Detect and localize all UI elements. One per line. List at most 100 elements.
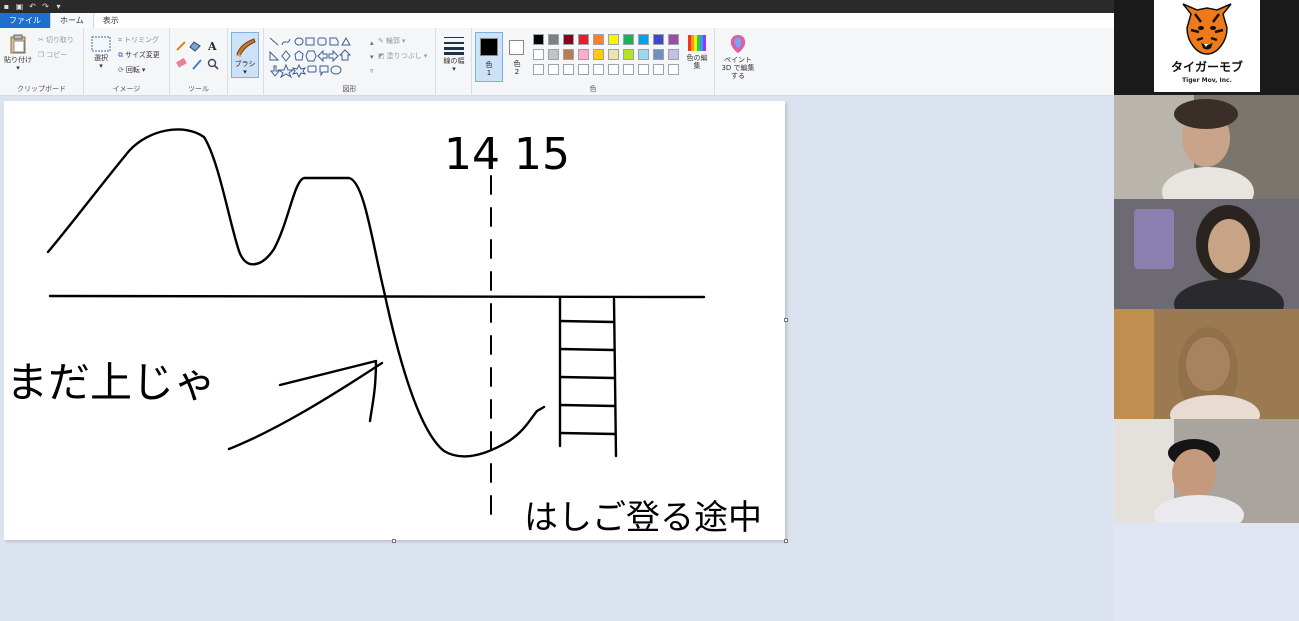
color1-swatch bbox=[480, 38, 498, 56]
shapes-gallery[interactable] bbox=[268, 36, 372, 78]
color2-button[interactable]: 色 2 bbox=[506, 32, 528, 82]
color-swatch[interactable] bbox=[563, 64, 574, 75]
edit-colors-label: 色の編集 bbox=[686, 54, 708, 70]
color-swatch[interactable] bbox=[533, 64, 544, 75]
color-swatch[interactable] bbox=[548, 34, 559, 45]
participant-video-4[interactable] bbox=[1114, 419, 1299, 523]
pencil-icon[interactable] bbox=[176, 41, 186, 51]
color-swatch[interactable] bbox=[533, 34, 544, 45]
arrow-stroke bbox=[227, 361, 384, 451]
tools-group-label: ツール bbox=[188, 85, 209, 93]
colors-group: 色 1 色 2 色の編集 色 bbox=[472, 28, 715, 96]
magnifier-icon[interactable] bbox=[207, 58, 219, 70]
color-swatch[interactable] bbox=[593, 64, 604, 75]
shapes-scroll[interactable]: ▴ ▾ ▿ bbox=[370, 36, 374, 78]
color-swatch[interactable] bbox=[653, 34, 664, 45]
color-swatch[interactable] bbox=[653, 64, 664, 75]
color-swatch[interactable] bbox=[668, 49, 679, 60]
resize-button[interactable]: ⧉ サイズ変更 bbox=[118, 50, 160, 60]
resize-handle-right[interactable] bbox=[784, 318, 788, 322]
color-swatch[interactable] bbox=[593, 34, 604, 45]
participant-video-3[interactable] bbox=[1114, 309, 1299, 419]
color-swatch[interactable] bbox=[623, 34, 634, 45]
participant-video-2[interactable] bbox=[1114, 199, 1299, 309]
undo-icon[interactable]: ↶ bbox=[28, 2, 37, 11]
color-swatch[interactable] bbox=[563, 34, 574, 45]
color-swatch[interactable] bbox=[548, 49, 559, 60]
participant-video-1[interactable] bbox=[1114, 95, 1299, 199]
tab-file[interactable]: ファイル bbox=[0, 13, 50, 28]
eraser-icon[interactable] bbox=[176, 57, 187, 68]
brush-dropdown-icon: ▾ bbox=[243, 68, 247, 76]
fill-button[interactable]: ◩ 塗りつぶし ▾ bbox=[378, 51, 427, 61]
bottom-annotation: はしご登る途中 bbox=[524, 498, 762, 538]
participant-face bbox=[1172, 449, 1216, 499]
color-swatch[interactable] bbox=[533, 49, 544, 60]
ladder-rung-1 bbox=[558, 319, 616, 324]
fill-icon[interactable] bbox=[189, 41, 201, 52]
save-icon[interactable]: ▣ bbox=[15, 2, 24, 11]
app-icon[interactable]: ▪ bbox=[2, 2, 11, 11]
tools-group: A ツール bbox=[170, 28, 228, 96]
color-swatch[interactable] bbox=[623, 64, 634, 75]
customize-icon[interactable]: ▾ bbox=[54, 2, 63, 11]
color-swatch[interactable] bbox=[608, 34, 619, 45]
text-icon[interactable]: A bbox=[207, 40, 217, 53]
colors-group-label: 色 bbox=[589, 85, 597, 93]
color-swatch[interactable] bbox=[578, 64, 589, 75]
color-picker-icon[interactable] bbox=[192, 59, 202, 70]
color-swatch[interactable] bbox=[668, 34, 679, 45]
select-label: 選択 bbox=[94, 54, 108, 62]
logo-card: タイガーモブ Tiger Mov, Inc. bbox=[1154, 0, 1260, 92]
paint3d-icon bbox=[730, 35, 746, 53]
brushes-group: ブラシ ▾ bbox=[228, 28, 264, 96]
color-swatch[interactable] bbox=[668, 64, 679, 75]
time-annotation: 14 15 bbox=[444, 129, 570, 180]
select-button[interactable]: 選択 ▾ bbox=[88, 36, 114, 70]
ribbon: 貼り付け ▾ ✂ 切り取り ❐ コピー クリップボード 選択 ▾ ⌗ トリミング… bbox=[0, 28, 1114, 96]
tab-home[interactable]: ホーム bbox=[50, 13, 94, 28]
outline-button[interactable]: ✎ 輪郭 ▾ bbox=[378, 36, 405, 46]
drawing-canvas[interactable]: 14 15 まだ上じゃ はしご登る途中 bbox=[4, 101, 788, 543]
color-swatch[interactable] bbox=[623, 49, 634, 60]
color-swatch[interactable] bbox=[593, 49, 604, 60]
paint3d-label: ペイント 3D で編集する bbox=[721, 56, 755, 80]
redo-icon[interactable]: ↷ bbox=[41, 2, 50, 11]
size-button[interactable]: 線の幅 ▾ bbox=[439, 35, 469, 73]
resize-handle-bottom[interactable] bbox=[392, 539, 396, 543]
svg-text:A: A bbox=[207, 40, 217, 53]
color-swatch[interactable] bbox=[638, 49, 649, 60]
color-swatch[interactable] bbox=[578, 49, 589, 60]
color-swatch[interactable] bbox=[638, 64, 649, 75]
color-swatch[interactable] bbox=[563, 49, 574, 60]
resize-handle-corner[interactable] bbox=[784, 539, 788, 543]
paste-button[interactable]: 貼り付け ▾ bbox=[3, 34, 33, 72]
color-swatch[interactable] bbox=[608, 49, 619, 60]
copy-button[interactable]: ❐ コピー bbox=[38, 50, 67, 60]
color1-number: 1 bbox=[486, 69, 492, 77]
rotate-button[interactable]: ⟳ 回転 ▾ bbox=[118, 65, 145, 75]
ladder-rung-4 bbox=[558, 403, 617, 408]
edit-colors-button[interactable]: 色の編集 bbox=[682, 34, 712, 70]
color-swatch[interactable] bbox=[638, 34, 649, 45]
cut-button[interactable]: ✂ 切り取り bbox=[38, 35, 74, 45]
participant-body bbox=[1174, 279, 1284, 309]
crop-button[interactable]: ⌗ トリミング bbox=[118, 35, 159, 45]
color-swatch[interactable] bbox=[548, 64, 559, 75]
tab-view[interactable]: 表示 bbox=[94, 13, 128, 28]
paint3d-button[interactable]: ペイント 3D で編集する bbox=[718, 34, 758, 80]
brush-button[interactable]: ブラシ ▾ bbox=[231, 32, 259, 78]
title-bar: ▪ ▣ ↶ ↷ ▾ bbox=[0, 0, 1114, 13]
rotate-icon: ⟳ bbox=[118, 66, 124, 74]
fill-label: 塗りつぶし bbox=[386, 52, 422, 60]
color-swatch[interactable] bbox=[578, 34, 589, 45]
color2-number: 2 bbox=[514, 68, 520, 76]
logo-tile: タイガーモブ Tiger Mov, Inc. bbox=[1114, 0, 1299, 95]
size-group: 線の幅 ▾ bbox=[436, 28, 472, 96]
select-dropdown-icon: ▾ bbox=[99, 62, 103, 70]
color-swatch[interactable] bbox=[653, 49, 664, 60]
color-swatch[interactable] bbox=[608, 64, 619, 75]
arrow-head bbox=[278, 359, 378, 423]
color1-button[interactable]: 色 1 bbox=[475, 32, 503, 82]
clipboard-group-label: クリップボード bbox=[17, 85, 66, 93]
